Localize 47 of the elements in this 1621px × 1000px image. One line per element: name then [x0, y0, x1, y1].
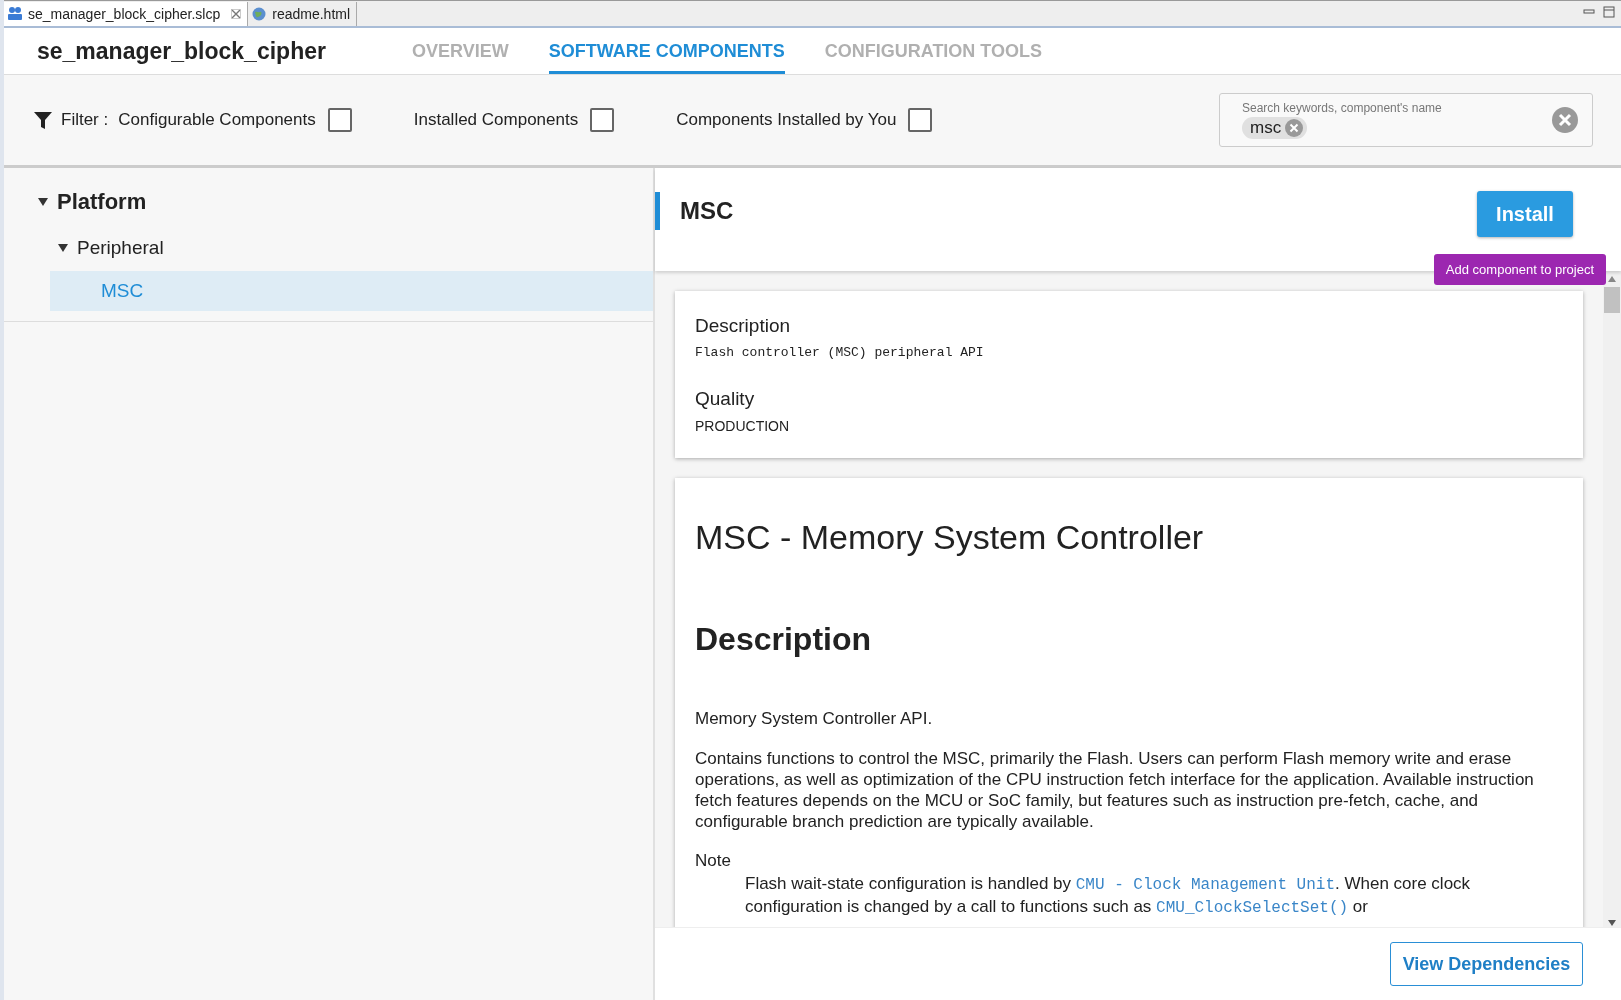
- editor-tab[interactable]: se_manager_block_cipher.slcp: [4, 2, 249, 26]
- link[interactable]: CMU - Clock Management Unit: [1075, 876, 1335, 894]
- link[interactable]: CMU_ClockSelectSet(): [1156, 899, 1349, 917]
- filter-option-label: Configurable Components: [118, 110, 316, 130]
- tree-item[interactable]: Peripheral: [4, 228, 653, 268]
- view-dependencies-button[interactable]: View Dependencies: [1390, 942, 1583, 986]
- remove-icon[interactable]: [1285, 119, 1304, 137]
- tooltip: Add component to project: [1433, 254, 1606, 285]
- paragraph: Memory System Controller API.: [695, 708, 934, 729]
- note-label: Note: [695, 851, 732, 871]
- filter-option-label: Components Installed by You: [676, 110, 897, 130]
- search-placeholder: Search keywords, component's name: [1242, 101, 1443, 115]
- filter-label: Filter :: [61, 110, 109, 130]
- globe-icon: [251, 6, 268, 22]
- doc-title: MSC - Memory System Controller: [695, 518, 1205, 557]
- install-button[interactable]: Install: [1477, 191, 1573, 237]
- scroll-up-icon[interactable]: [1607, 275, 1617, 283]
- info-value: PRODUCTION: [695, 418, 791, 434]
- search-field[interactable]: Search keywords, component's name msc: [1219, 93, 1593, 147]
- nav-tab[interactable]: OVERVIEW: [412, 28, 509, 74]
- paragraph: Contains functions to control the MSC, primarily the Flash. Users can perform Flash memory write and erase operations, as well as optimization of the CPU instruction fetch interface for the application. Available instruction fetch features depends on the MCU or SoC family, but features such as instruction pre-fetch, cache, and configurable branch prediction are typically available.: [695, 748, 1535, 832]
- checkbox[interactable]: [327, 108, 352, 132]
- note-text: Flash wait-state configuration is handled by CMU - Clock Management Unit. When core clock configuration is changed by a call to functions such as CMU_ClockSelectSet() or: [744, 873, 1472, 919]
- close-icon[interactable]: [231, 9, 242, 19]
- info-heading: Quality: [695, 388, 756, 410]
- checkbox[interactable]: [590, 108, 615, 132]
- caret-icon[interactable]: [37, 196, 49, 208]
- clear-icon[interactable]: [1552, 107, 1578, 133]
- tab-label: se_manager_block_cipher.slcp: [28, 6, 221, 22]
- component-name: MSC: [655, 192, 734, 230]
- people-icon: [7, 6, 23, 22]
- scrollbar-thumb[interactable]: [1604, 287, 1620, 313]
- nav-tab[interactable]: CONFIGURATION TOOLS: [824, 28, 1043, 74]
- search-chip[interactable]: msc: [1242, 117, 1308, 139]
- project-title: se_manager_block_cipher: [36, 37, 327, 65]
- tree-item[interactable]: Platform: [4, 184, 653, 220]
- checkbox[interactable]: [908, 108, 933, 132]
- maximize-icon[interactable]: [1603, 6, 1615, 18]
- info-value: Flash controller (MSC) peripheral API: [695, 345, 985, 360]
- caret-icon[interactable]: [57, 242, 69, 254]
- chip-label: msc: [1250, 118, 1282, 138]
- doc-heading: Description: [695, 621, 873, 658]
- tree-item[interactable]: MSC: [50, 271, 653, 311]
- tab-label: readme.html: [272, 6, 351, 22]
- info-heading: Description: [695, 315, 792, 337]
- filter-icon: [33, 110, 53, 130]
- filter-option-label: Installed Components: [413, 110, 579, 130]
